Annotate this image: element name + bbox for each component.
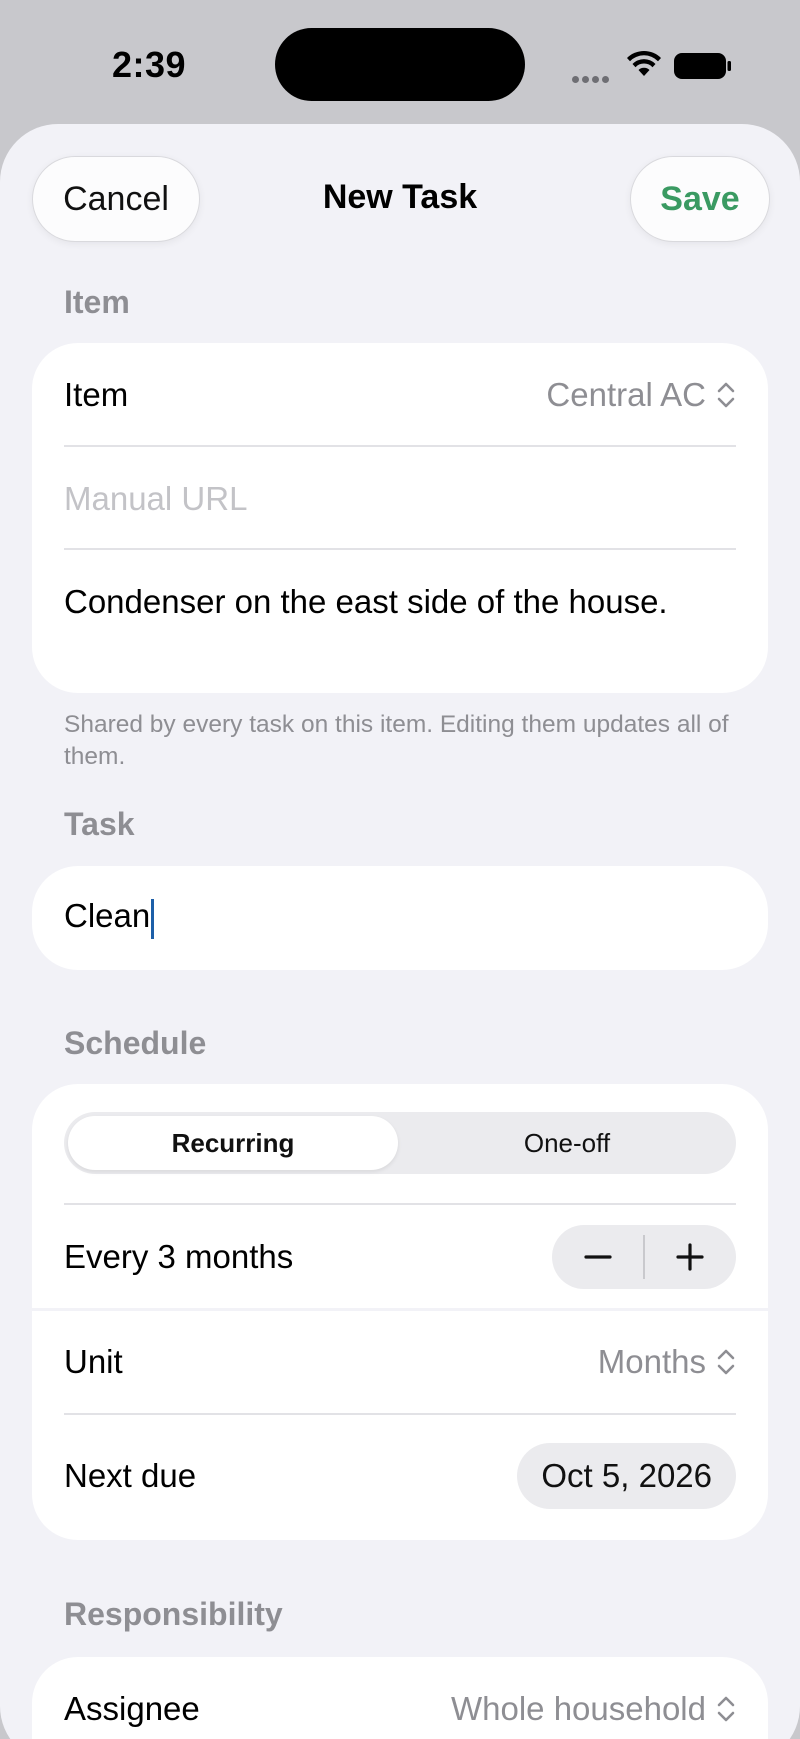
unit-value-text: Months	[597, 1342, 706, 1380]
assignee-picker-row[interactable]: Assignee Whole household	[64, 1657, 736, 1739]
segment-recurring[interactable]: Recurring	[68, 1116, 398, 1170]
notes-text: Condenser on the east side of the house.	[64, 582, 668, 620]
next-due-row: Next due Oct 5, 2026	[64, 1420, 736, 1532]
task-name-field[interactable]: Clean	[64, 866, 736, 970]
navigation-bar: Cancel New Task Save	[0, 124, 800, 274]
wifi-icon	[627, 50, 661, 76]
dynamic-island	[275, 28, 525, 101]
segment-one-off[interactable]: One-off	[402, 1116, 732, 1170]
item-footnote: Shared by every task on this item. Editi…	[64, 711, 729, 770]
unit-value[interactable]: Months	[598, 1343, 736, 1381]
responsibility-section-header: Responsibility	[64, 1596, 283, 1632]
item-value-text: Central AC	[546, 375, 706, 413]
task-section-header: Task	[64, 806, 135, 842]
assignee-value[interactable]: Whole household	[451, 1690, 736, 1728]
status-icons	[572, 48, 732, 83]
item-label: Item	[64, 375, 129, 413]
chevron-up-down-icon	[717, 382, 735, 407]
plus-icon	[676, 1242, 704, 1271]
next-due-label: Next due	[64, 1457, 197, 1494]
assignee-label: Assignee	[64, 1689, 200, 1727]
task-name-text: Clean	[64, 897, 151, 935]
decrement-button[interactable]	[552, 1225, 644, 1289]
unit-label: Unit	[64, 1342, 123, 1380]
task-card: Clean	[32, 866, 768, 970]
responsibility-card: Assignee Whole household	[32, 1657, 768, 1739]
status-time: 2:39	[112, 44, 187, 85]
schedule-type-segmented-control: Recurring One-off	[64, 1112, 736, 1174]
schedule-section-header: Schedule	[64, 1025, 207, 1061]
divider	[64, 1413, 736, 1415]
chevron-up-down-icon	[717, 1696, 735, 1721]
save-button[interactable]: Save	[630, 156, 770, 242]
chevron-up-down-icon	[717, 1349, 735, 1374]
item-picker-row[interactable]: Item Central AC	[64, 343, 736, 446]
next-due-date-button[interactable]: Oct 5, 2026	[517, 1443, 736, 1509]
notes-field[interactable]: Condenser on the east side of the house.	[64, 550, 736, 653]
status-bar: 2:39	[0, 0, 800, 124]
text-cursor	[151, 898, 155, 939]
assignee-value-text: Whole household	[450, 1689, 706, 1727]
increment-button[interactable]	[644, 1225, 736, 1289]
new-task-sheet: Cancel New Task Save Item Item Central A…	[0, 124, 800, 1739]
manual-url-field[interactable]: Manual URL	[64, 447, 736, 550]
item-section-header: Item	[64, 284, 130, 320]
interval-label: Every 3 months	[64, 1237, 294, 1275]
cellular-dots-icon	[572, 70, 612, 88]
item-value[interactable]: Central AC	[546, 376, 736, 414]
item-card: Item Central AC Manual URL Condenser on …	[32, 343, 768, 693]
minus-icon	[584, 1254, 612, 1259]
manual-url-placeholder: Manual URL	[64, 479, 248, 517]
interval-stepper	[552, 1224, 736, 1289]
interval-row: Every 3 months	[64, 1205, 736, 1308]
battery-icon	[674, 53, 731, 79]
unit-picker-row[interactable]: Unit Months	[64, 1310, 736, 1413]
schedule-card: Recurring One-off Every 3 months Unit Mo…	[32, 1084, 768, 1540]
